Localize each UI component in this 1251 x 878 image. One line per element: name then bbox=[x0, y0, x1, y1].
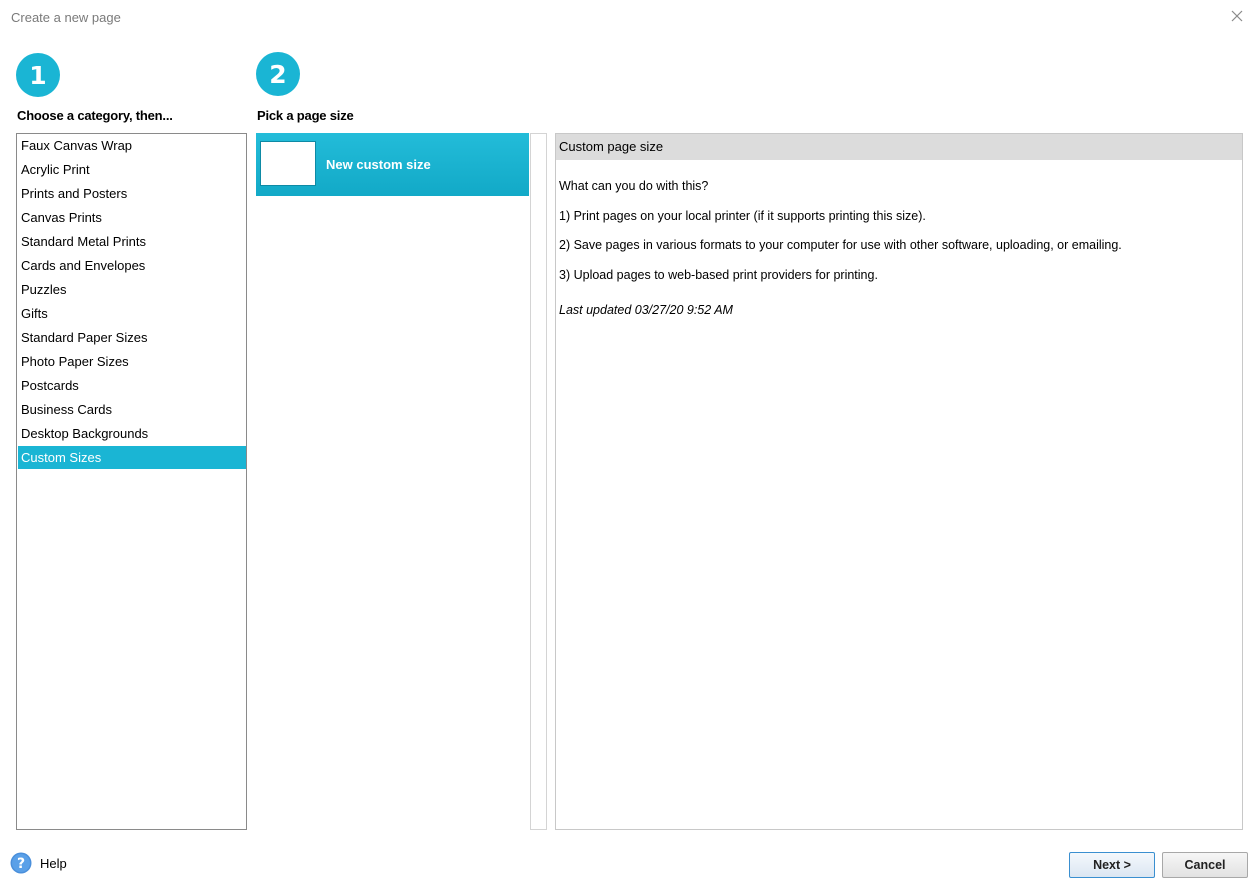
help-icon[interactable]: ? bbox=[10, 852, 32, 874]
step-1-badge: 1 bbox=[16, 53, 60, 97]
category-item[interactable]: Cards and Envelopes bbox=[18, 254, 246, 277]
page-size-tile-selected[interactable]: New custom size bbox=[256, 133, 529, 196]
category-item[interactable]: Gifts bbox=[18, 302, 246, 325]
title-bar: Create a new page bbox=[0, 0, 1251, 36]
category-item-selected[interactable]: Custom Sizes bbox=[18, 446, 246, 469]
category-item[interactable]: Standard Paper Sizes bbox=[18, 326, 246, 349]
category-item[interactable]: Puzzles bbox=[18, 278, 246, 301]
info-point-3: 3) Upload pages to web-based print provi… bbox=[559, 268, 878, 282]
category-item[interactable]: Standard Metal Prints bbox=[18, 230, 246, 253]
close-icon[interactable] bbox=[1229, 8, 1245, 24]
page-size-label: New custom size bbox=[326, 157, 431, 172]
step-2-label: Pick a page size bbox=[257, 108, 354, 123]
step-2-badge: 2 bbox=[256, 52, 300, 96]
page-size-scrollbar[interactable] bbox=[530, 133, 547, 830]
info-point-2: 2) Save pages in various formats to your… bbox=[559, 238, 1122, 252]
info-last-updated: Last updated 03/27/20 9:52 AM bbox=[559, 303, 733, 317]
category-item[interactable]: Business Cards bbox=[18, 398, 246, 421]
svg-text:?: ? bbox=[17, 856, 25, 872]
info-point-1: 1) Print pages on your local printer (if… bbox=[559, 209, 926, 223]
category-item[interactable]: Faux Canvas Wrap bbox=[18, 134, 246, 157]
category-item[interactable]: Photo Paper Sizes bbox=[18, 350, 246, 373]
next-button[interactable]: Next > bbox=[1069, 852, 1155, 878]
help-link[interactable]: Help bbox=[40, 856, 67, 871]
info-header: Custom page size bbox=[556, 134, 1242, 160]
category-item[interactable]: Canvas Prints bbox=[18, 206, 246, 229]
window-title: Create a new page bbox=[11, 10, 121, 25]
category-item[interactable]: Postcards bbox=[18, 374, 246, 397]
page-thumbnail bbox=[260, 141, 316, 186]
page-size-list[interactable]: New custom size bbox=[256, 133, 529, 830]
category-item[interactable]: Desktop Backgrounds bbox=[18, 422, 246, 445]
category-item[interactable]: Prints and Posters bbox=[18, 182, 246, 205]
info-panel: Custom page size What can you do with th… bbox=[555, 133, 1243, 830]
step-1-label: Choose a category, then... bbox=[17, 108, 173, 123]
info-question: What can you do with this? bbox=[559, 179, 709, 193]
category-item[interactable]: Acrylic Print bbox=[18, 158, 246, 181]
category-list[interactable]: Faux Canvas Wrap Acrylic Print Prints an… bbox=[16, 133, 247, 830]
cancel-button[interactable]: Cancel bbox=[1162, 852, 1248, 878]
